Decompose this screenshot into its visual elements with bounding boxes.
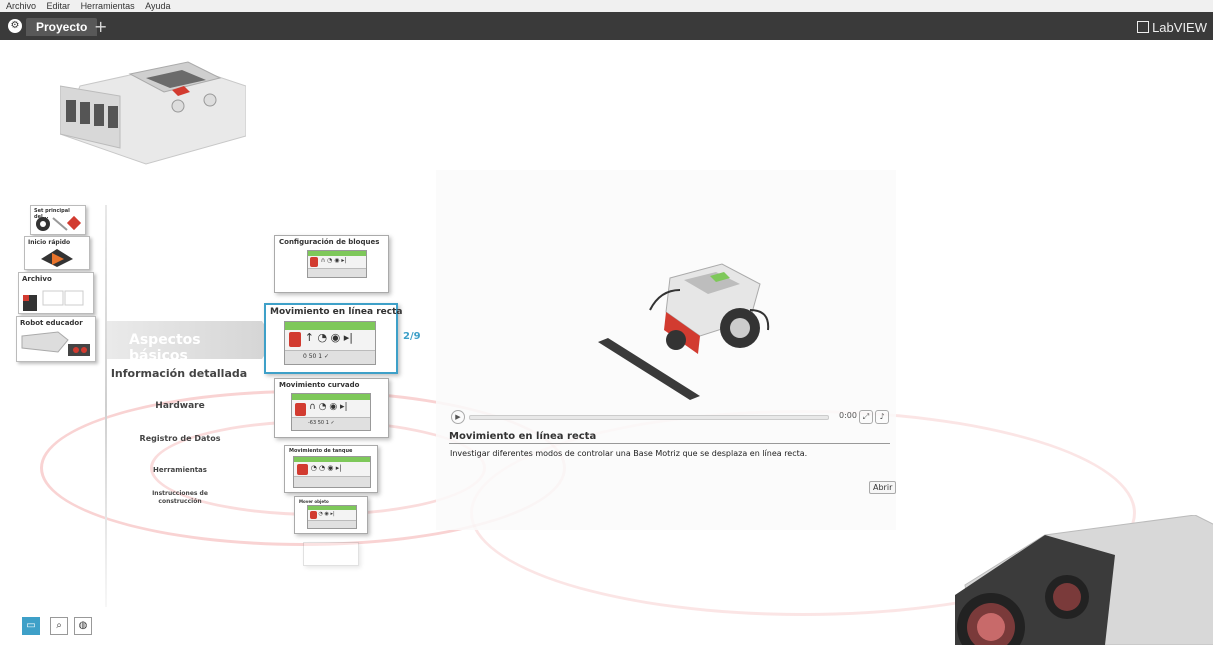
card-label: Inicio rápido [28,239,71,246]
block-values: 0 50 1 ✓ [285,349,375,364]
quickstart-icon [41,249,73,267]
nav-item-hardware[interactable]: Hardware [120,401,240,411]
volume-icon[interactable]: ♪ [875,410,889,424]
block-thumbnail: ∩ ◔ ◉ ▸| [307,250,367,278]
block-thumbnail: ◔ ◉ ▸| [307,505,357,529]
globe-icon[interactable]: ◍ [74,617,92,635]
labview-label: LabVIEW [1152,20,1207,35]
ev3-brick-image [60,61,246,165]
lesson-card-faded[interactable] [303,542,359,566]
robot-video-preview[interactable] [590,250,790,410]
lesson-detail-title: Movimiento en línea recta [449,431,597,442]
nav-label: Aspectos básicos [129,332,201,364]
lesson-card-movimiento-linea-recta[interactable]: Movimiento en línea recta ↑ ◔ ◉ ▸| 0 50 … [264,303,402,374]
menu-herramientas[interactable]: Herramientas [81,1,135,11]
nav-item-informacion-detallada[interactable]: Información detallada [108,367,250,380]
search-icon[interactable]: ⌕ [50,617,68,635]
block-thumbnail: ↑ ◔ ◉ ▸| 0 50 1 ✓ [284,321,376,365]
file-icon [23,290,84,311]
labview-brand: LabVIEW [1137,20,1207,35]
gear-icon [36,215,82,231]
labview-icon [1137,21,1150,33]
lesson-title: Movimiento curvado [279,381,360,389]
block-thumbnail: ∩ ◔ ◉ ▸| -63 50 1 ✓ [291,393,371,431]
open-button[interactable]: Abrir [869,481,897,494]
lesson-card-movimiento-tanque[interactable]: Movimiento de tanque ◔ ◔ ◉ ▸| [284,445,378,493]
card-label: Archivo [22,275,52,283]
content-icon[interactable]: ▭ [22,617,40,635]
lesson-title: Movimiento de tanque [289,448,353,454]
robot-icon [21,331,90,356]
video-time: 0:00 [839,411,857,420]
block-thumbnail: ◔ ◔ ◉ ▸| [293,456,371,488]
menu-ayuda[interactable]: Ayuda [145,1,170,11]
block-values: -63 50 1 ✓ [292,417,370,430]
video-player: ▶ 0:00 ⤢ ♪ [451,410,889,426]
card-label: Robot educador [20,319,83,327]
menu-archivo[interactable]: Archivo [6,1,36,11]
page-indicator: 2/9 [403,331,421,342]
tab-bar: ⚙ Proyecto + LabVIEW [0,12,1213,40]
video-progress-track[interactable] [469,415,829,420]
add-tab-button[interactable]: + [94,19,108,35]
fullscreen-icon[interactable]: ⤢ [859,410,873,424]
title-divider [449,443,890,444]
menu-editar[interactable]: Editar [47,1,71,11]
card-robot-educador[interactable]: Robot educador [16,316,96,362]
ultrasonic-sensor-image [955,515,1213,645]
card-inicio-rapido[interactable]: Inicio rápido [24,236,90,270]
lesson-detail-description: Investigar diferentes modos de controlar… [450,449,808,458]
play-icon[interactable]: ▶ [451,410,465,424]
nav-divider [105,205,107,607]
lesson-title: Movimiento en línea recta [270,307,403,317]
card-set-principal[interactable]: Set principal del... [30,205,86,235]
nav-item-herramientas[interactable]: Herramientas [120,466,240,474]
lesson-card-configuracion[interactable]: Configuración de bloques ∩ ◔ ◉ ▸| [274,235,389,293]
nav-item-instrucciones[interactable]: Instrucciones de construcción [140,490,220,506]
lesson-card-mover-objeto[interactable]: Mover objeto ◔ ◉ ▸| [294,496,368,534]
lesson-title: Configuración de bloques [279,238,380,246]
nav-item-aspectos-basicos[interactable]: Aspectos básicos [107,321,262,364]
project-icon[interactable]: ⚙ [8,19,22,33]
menu-bar: Archivo Editar Herramientas Ayuda [0,0,1213,12]
card-archivo[interactable]: Archivo [18,272,94,314]
lesson-card-movimiento-curvado[interactable]: Movimiento curvado ∩ ◔ ◉ ▸| -63 50 1 ✓ [274,378,389,438]
lesson-title: Mover objeto [299,499,329,504]
tab-proyecto[interactable]: Proyecto [26,18,98,36]
block-icons: ↑ ◔ ◉ ▸| [304,331,353,345]
nav-item-registro-datos[interactable]: Registro de Datos [120,434,240,443]
